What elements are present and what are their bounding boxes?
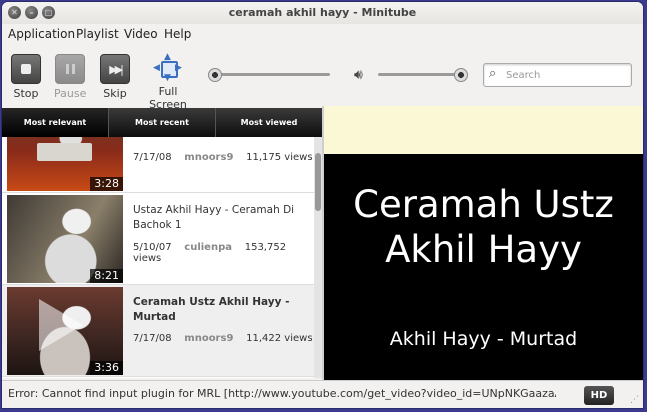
video-views: 11,422 views xyxy=(246,333,313,344)
info-banner xyxy=(324,106,643,154)
video-meta: 7/17/08 mnoors9 11,422 views xyxy=(133,333,313,344)
video-player[interactable]: Ceramah Ustz Akhil Hayy Akhil Hayy - Mur… xyxy=(324,106,643,380)
menu-video[interactable]: Video xyxy=(124,27,158,41)
list-item[interactable]: 8:21 Ustaz Akhil Hayy - Ceramah Di Bacho… xyxy=(2,193,314,285)
close-window-icon[interactable]: ✕ xyxy=(8,6,21,19)
hd-button[interactable]: HD xyxy=(584,386,614,405)
volume-icon[interactable]: 🔊︎ xyxy=(354,67,363,83)
search-input[interactable] xyxy=(504,66,628,84)
video-date: 7/17/08 xyxy=(133,152,172,163)
video-author[interactable]: mnoors9 xyxy=(184,333,233,344)
search-icon: ⌕ xyxy=(489,66,497,81)
pause-label: Pause xyxy=(54,87,87,100)
stop-icon xyxy=(11,54,41,84)
player-subtitle: Akhil Hayy - Murtad xyxy=(389,328,578,350)
skip-icon: ▶▶| xyxy=(100,54,130,84)
skip-button[interactable]: ▶▶| Skip xyxy=(100,54,130,100)
video-date: 5/10/07 xyxy=(133,242,172,253)
minimize-window-icon[interactable]: – xyxy=(25,6,38,19)
video-title: Ceramah Ustz Akhil Hayy - Murtad xyxy=(133,296,290,323)
video-thumbnail: 3:28 xyxy=(7,137,123,191)
seek-slider-knob[interactable] xyxy=(208,68,222,82)
play-overlay-icon xyxy=(39,299,83,351)
title-bar: ✕ – □ ceramah akhil hayy - Minitube xyxy=(2,2,643,24)
window-title: ceramah akhil hayy - Minitube xyxy=(228,6,417,19)
scrollbar-thumb[interactable] xyxy=(315,153,321,211)
tab-most-viewed[interactable]: Most viewed xyxy=(216,108,322,137)
status-bar: Error: Cannot find input plugin for MRL … xyxy=(2,380,643,408)
menu-help[interactable]: Help xyxy=(164,27,191,41)
volume-slider[interactable] xyxy=(378,73,460,76)
player-title-line1: Ceramah Ustz xyxy=(353,183,614,226)
stop-label: Stop xyxy=(13,87,39,100)
sort-tabs: Most relevant Most recent Most viewed xyxy=(2,108,322,137)
video-duration: 3:28 xyxy=(90,177,123,191)
status-message: Error: Cannot find input plugin for MRL … xyxy=(8,387,556,400)
pause-icon xyxy=(55,54,85,84)
tab-most-relevant[interactable]: Most relevant xyxy=(2,108,109,137)
video-author[interactable]: mnoors9 xyxy=(184,152,233,163)
seek-slider[interactable] xyxy=(214,73,330,76)
video-thumbnail: 8:21 xyxy=(7,195,123,283)
video-author[interactable]: culienpa xyxy=(184,242,232,253)
fullscreen-icon: ▲ ▼ ◀ ▶ xyxy=(153,52,182,83)
video-meta: 7/17/08 mnoors9 11,175 views xyxy=(133,152,313,163)
search-box[interactable]: ⌕ xyxy=(483,63,632,87)
skip-label: Skip xyxy=(103,87,127,100)
fullscreen-button[interactable]: ▲ ▼ ◀ ▶ Full Screen xyxy=(140,52,196,112)
list-item-selected[interactable]: 3:36 Ceramah Ustz Akhil Hayy - Murtad 7/… xyxy=(2,285,314,377)
video-list: 3:28 7/17/08 mnoors9 11,175 views 8:21 U… xyxy=(2,137,314,378)
menu-application[interactable]: Application xyxy=(8,27,75,41)
toolbar: Stop Pause ▶▶| Skip ▲ ▼ ◀ ▶ Full Screen … xyxy=(2,46,643,111)
video-duration: 8:21 xyxy=(90,269,123,283)
player-title: Ceramah Ustz Akhil Hayy xyxy=(324,182,643,272)
menu-playlist[interactable]: Playlist xyxy=(76,27,119,41)
list-scrollbar[interactable] xyxy=(314,137,322,378)
stop-button[interactable]: Stop xyxy=(11,54,41,100)
minitube-window: ✕ – □ ceramah akhil hayy - Minitube Appl… xyxy=(2,2,643,408)
video-title: Ustaz Akhil Hayy - Ceramah Di Bachok 1 xyxy=(133,204,295,231)
video-date: 7/17/08 xyxy=(133,333,172,344)
list-item[interactable]: 3:28 7/17/08 mnoors9 11,175 views xyxy=(2,137,314,193)
tab-most-recent[interactable]: Most recent xyxy=(109,108,216,137)
video-views: 11,175 views xyxy=(246,152,313,163)
volume-slider-knob[interactable] xyxy=(454,68,468,82)
pause-button[interactable]: Pause xyxy=(54,54,86,100)
video-duration: 3:36 xyxy=(90,361,123,375)
menu-bar: Application Playlist Video Help xyxy=(2,24,643,44)
maximize-window-icon[interactable]: □ xyxy=(42,6,55,19)
video-meta: 5/10/07 culienpa 153,752 views xyxy=(133,242,314,264)
resize-grip-icon[interactable]: ⋰ xyxy=(630,395,639,405)
video-thumbnail: 3:36 xyxy=(7,287,123,375)
player-title-line2: Akhil Hayy xyxy=(385,228,582,271)
